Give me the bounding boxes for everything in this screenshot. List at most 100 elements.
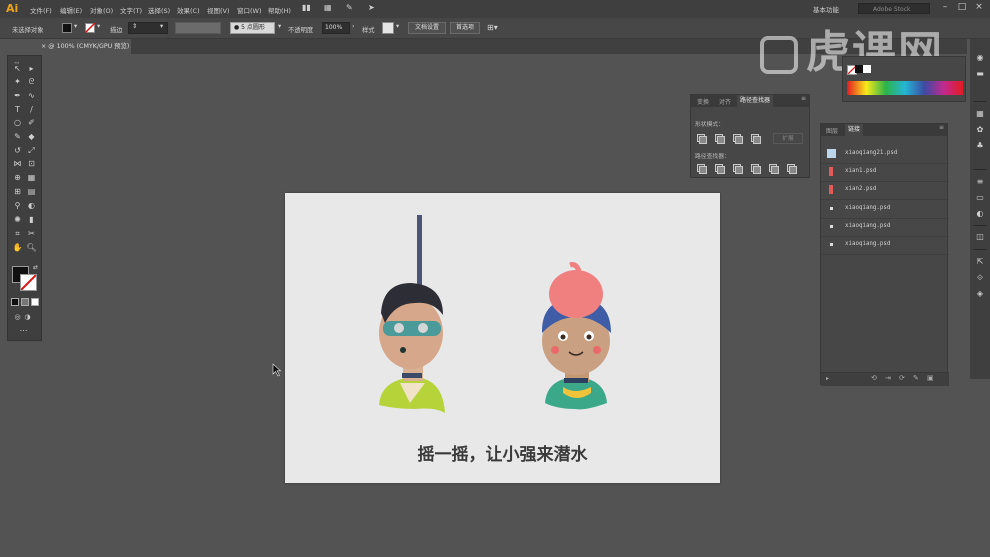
fill-swatch[interactable] — [62, 23, 72, 33]
lasso-tool-icon[interactable]: ᘓ — [26, 77, 37, 87]
type-tool-icon[interactable]: T — [12, 105, 23, 115]
merge-icon[interactable] — [732, 163, 743, 174]
column-graph-tool-icon[interactable]: ▮ — [26, 215, 37, 225]
menu-select[interactable]: 选择(S) — [148, 5, 170, 15]
color-spectrum[interactable] — [847, 81, 963, 95]
expand-triangle-icon[interactable]: ▸ — [826, 375, 829, 382]
document-tab[interactable]: × @ 100% (CMYK/GPU 预览) — [37, 39, 131, 54]
blend-tool-icon[interactable]: ◐ — [26, 201, 37, 211]
embed-icon[interactable]: ▣ — [927, 374, 934, 382]
rotate-tool-icon[interactable]: ↺ — [12, 146, 23, 156]
layers-icon[interactable]: ◈ — [975, 289, 985, 299]
gradient-tool-icon[interactable]: ▤ — [26, 187, 37, 197]
eyedropper-tool-icon[interactable]: ⚲ — [12, 201, 23, 211]
link-item[interactable]: xiaoqiang21.psd — [821, 145, 949, 164]
symbols-icon[interactable]: ♣ — [975, 141, 985, 151]
update-link-icon[interactable]: ⟳ — [899, 374, 905, 382]
mesh-tool-icon[interactable]: ⊞ — [12, 187, 23, 197]
edit-original-icon[interactable]: ✎ — [913, 374, 919, 382]
menu-window[interactable]: 窗口(W) — [237, 5, 262, 15]
preferences-button[interactable]: 首选项 — [450, 22, 480, 34]
color-guide-icon[interactable]: ▬ — [975, 69, 985, 79]
black-swatch[interactable] — [855, 65, 863, 73]
menu-object[interactable]: 对象(O) — [90, 5, 113, 15]
export-icon[interactable]: ⇱ — [975, 257, 985, 267]
link-item[interactable]: xian2.psd — [821, 181, 949, 200]
chevron-down-icon[interactable]: ▾ — [74, 23, 77, 30]
pen-tool-icon[interactable]: ✒ — [12, 91, 23, 101]
tab-pathfinder[interactable]: 路径查找器 — [737, 95, 774, 108]
line-tool-icon[interactable]: / — [26, 105, 37, 115]
tab-transform[interactable]: 变换 — [697, 97, 709, 106]
white-swatch[interactable] — [863, 65, 871, 73]
divide-icon[interactable] — [696, 163, 707, 174]
go-to-link-icon[interactable]: ⇥ — [885, 374, 891, 382]
menu-help[interactable]: 帮助(H) — [268, 5, 291, 15]
panel-menu-icon[interactable]: ≡ — [801, 95, 806, 102]
asset-export-icon[interactable]: ⟐ — [975, 273, 985, 283]
chevron-down-icon[interactable]: ▾ — [278, 23, 281, 30]
curvature-tool-icon[interactable]: ∿ — [26, 91, 37, 101]
zoom-tool-icon[interactable]: 🔍︎ — [26, 243, 37, 253]
swap-colors-icon[interactable]: ⇄ — [30, 263, 41, 273]
free-transform-tool-icon[interactable]: ⊡ — [26, 159, 37, 169]
gradient-mode-icon[interactable] — [21, 298, 29, 306]
ellipse-tool-icon[interactable]: ○ — [12, 118, 23, 128]
artboard-caption[interactable]: 摇一摇，让小强来潜水 — [285, 440, 720, 465]
workspace-switcher[interactable]: 基本功能 — [813, 4, 839, 14]
artboard-tool-icon[interactable]: ⌗ — [12, 229, 23, 239]
trim-icon[interactable] — [714, 163, 725, 174]
gradient-icon[interactable]: ▭ — [975, 193, 985, 203]
peach-hat-character[interactable] — [541, 262, 611, 410]
crop-icon[interactable] — [750, 163, 761, 174]
tab-layers[interactable]: 图层 — [826, 126, 838, 135]
selection-tool-icon[interactable]: ↖ — [12, 64, 23, 74]
transparency-icon[interactable]: ◐ — [975, 209, 985, 219]
shape-builder-tool-icon[interactable]: ⊕ — [12, 173, 23, 183]
exclude-icon[interactable] — [750, 133, 761, 144]
artboard[interactable]: 摇一摇，让小强来潜水 — [285, 193, 720, 483]
chevron-down-icon[interactable]: ▾ — [396, 23, 399, 30]
paintbrush-tool-icon[interactable]: ✐ — [26, 118, 37, 128]
opacity-field[interactable]: 100% — [322, 22, 350, 34]
document-setup-button[interactable]: 文档设置 — [408, 22, 446, 34]
screen-mode-icon[interactable]: ◑ — [22, 312, 33, 322]
symbol-sprayer-tool-icon[interactable]: ✺ — [12, 215, 23, 225]
none-mode-icon[interactable] — [31, 298, 39, 306]
brushes-icon[interactable]: ✿ — [975, 125, 985, 135]
direct-selection-tool-icon[interactable]: ▸ — [26, 64, 37, 74]
color-panel-icon[interactable]: ◉ — [975, 53, 985, 63]
minus-back-icon[interactable] — [786, 163, 797, 174]
slice-tool-icon[interactable]: ✂ — [26, 229, 37, 239]
stroke-swatch[interactable] — [85, 23, 95, 33]
outline-icon[interactable] — [768, 163, 779, 174]
stroke-color-swatch[interactable] — [20, 274, 37, 291]
minus-front-icon[interactable] — [714, 133, 725, 144]
chevron-right-icon[interactable]: › — [352, 23, 355, 30]
unite-icon[interactable] — [696, 133, 707, 144]
menu-effect[interactable]: 效果(C) — [177, 5, 200, 15]
stock-search-input[interactable]: Adobe Stock — [858, 3, 930, 14]
color-mode-icon[interactable] — [11, 298, 19, 306]
minimize-icon[interactable]: – — [938, 2, 952, 15]
relink-icon[interactable]: ⟲ — [871, 374, 877, 382]
perspective-grid-tool-icon[interactable]: ▦ — [26, 173, 37, 183]
edit-toolbar-icon[interactable]: ⋯ — [18, 326, 29, 336]
menu-type[interactable]: 文字(T) — [120, 5, 142, 15]
chevron-down-icon[interactable]: ▾ — [160, 23, 163, 30]
chevron-down-icon[interactable]: ▾ — [97, 23, 100, 30]
tab-align[interactable]: 对齐 — [719, 97, 731, 106]
tab-links[interactable]: 链接 — [845, 124, 864, 137]
panel-menu-icon[interactable]: ≡ — [939, 124, 944, 131]
arrange-icon[interactable]: ▦ — [324, 3, 332, 12]
menu-edit[interactable]: 编辑(E) — [60, 5, 82, 15]
close-icon[interactable]: × — [972, 2, 986, 15]
link-item[interactable]: xian1.psd — [821, 163, 949, 182]
swatches-icon[interactable]: ▦ — [975, 109, 985, 119]
stepper-icon[interactable]: ⇕ — [132, 23, 137, 30]
link-item[interactable]: xiaoqiang.psd — [821, 218, 949, 237]
maximize-icon[interactable]: □ — [955, 2, 969, 15]
bridge-icon[interactable]: ▮▮ — [302, 3, 311, 12]
hand-tool-icon[interactable]: ✋ — [12, 243, 23, 253]
brush-definition-select[interactable]: ● 5 点圆形 — [230, 22, 275, 34]
